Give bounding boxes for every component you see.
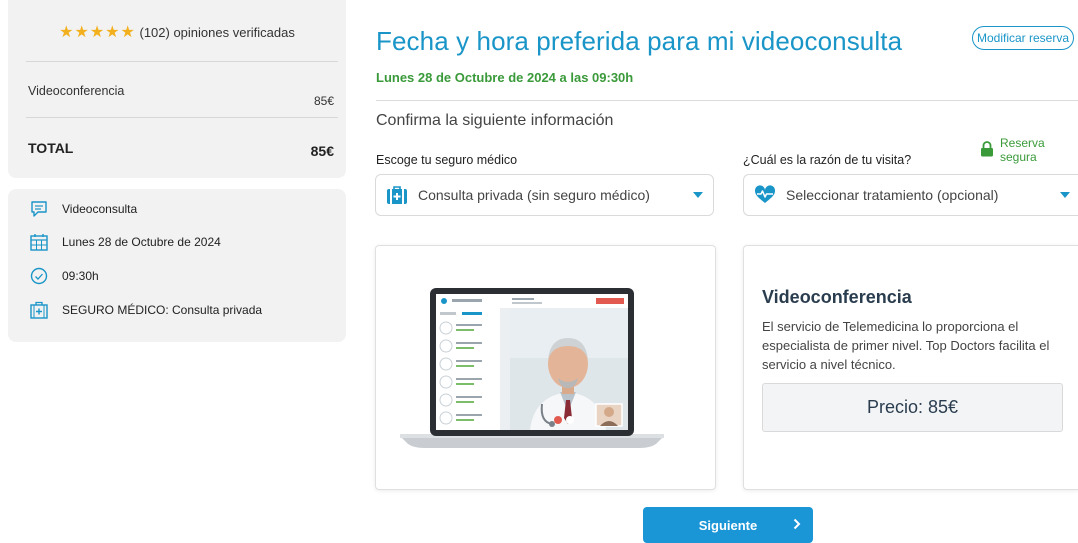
detail-label: SEGURO MÉDICO: Consulta privada	[62, 303, 263, 317]
section-title: Confirma la siguiente información	[376, 112, 614, 129]
medical-case-icon	[386, 184, 408, 206]
divider	[26, 117, 338, 118]
calendar-icon	[28, 231, 50, 253]
heart-pulse-icon	[754, 184, 776, 206]
detail-date: Lunes 28 de Octubre de 2024	[28, 231, 221, 253]
next-label: Siguiente	[698, 517, 758, 533]
clock-icon	[28, 265, 50, 287]
total-price: 85€	[310, 143, 334, 159]
divider	[376, 100, 1078, 101]
chevron-right-icon	[793, 517, 801, 533]
reason-value: Seleccionar tratamiento (opcional)	[786, 187, 999, 203]
detail-consult-type: Videoconsulta	[28, 198, 137, 220]
line-item-price: 85€	[313, 94, 334, 108]
service-title: Videoconferencia	[762, 287, 912, 307]
chevron-down-icon	[693, 192, 703, 198]
page-title: Fecha y hora preferida para mi videocons…	[376, 26, 903, 56]
laptop-illustration	[400, 288, 664, 457]
selected-date: Lunes 28 de Octubre de 2024 a las 09:30h	[376, 70, 634, 85]
detail-label: Videoconsulta	[62, 202, 138, 216]
detail-insurance: SEGURO MÉDICO: Consulta privada	[28, 299, 262, 321]
rating-stars: ★★★★★	[59, 24, 136, 41]
detail-label: 09:30h	[62, 269, 99, 283]
modify-booking-button[interactable]: Modificar reserva	[972, 26, 1074, 50]
price-box: Precio: 85€	[762, 383, 1063, 432]
insurance-label: Escoge tu seguro médico	[376, 153, 518, 167]
secure-booking-badge: Reserva segura	[980, 136, 1078, 164]
insurance-value: Consulta privada (sin seguro médico)	[418, 187, 650, 203]
secure-label: Reserva segura	[1000, 136, 1045, 164]
reason-select[interactable]: Seleccionar tratamiento (opcional)	[743, 174, 1078, 216]
line-item-label: Videoconferencia	[28, 84, 125, 98]
total-label: TOTAL	[28, 140, 74, 156]
rating-count: (102) opiniones verificadas	[139, 25, 295, 40]
divider	[26, 61, 338, 62]
chevron-down-icon	[1060, 192, 1070, 198]
insurance-select[interactable]: Consulta privada (sin seguro médico)	[375, 174, 714, 216]
detail-label: Lunes 28 de Octubre de 2024	[62, 235, 221, 249]
reason-label: ¿Cuál es la razón de tu visita?	[743, 153, 912, 167]
rating: ★★★★★ (102) opiniones verificadas	[8, 22, 346, 42]
medical-case-icon	[28, 299, 50, 321]
lock-icon	[980, 140, 994, 160]
detail-time: 09:30h	[28, 265, 99, 287]
next-button[interactable]: Siguiente	[643, 507, 813, 543]
service-description: El servicio de Telemedicina lo proporcio…	[762, 319, 1050, 372]
chat-icon	[28, 198, 50, 220]
appointment-details-card: Videoconsulta Lunes 28 de Octubre de 202…	[8, 189, 346, 342]
video-preview-panel	[375, 245, 716, 490]
booking-summary-card: ★★★★★ (102) opiniones verificadas Videoc…	[8, 0, 346, 178]
